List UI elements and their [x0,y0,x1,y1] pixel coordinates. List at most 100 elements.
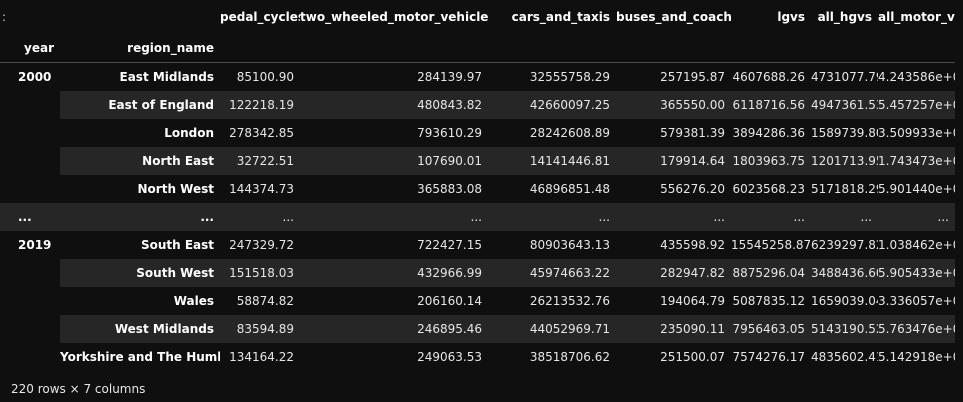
table-body: 2000 East Midlands 85100.90 284139.97 325557… [0,63,955,372]
value-cell: 80903643.13 [529,238,610,252]
value-cell: 1659039.04 [811,294,878,308]
blank-header [60,0,220,34]
value-cell: 1.743473e+07 [878,147,955,175]
table-row: 2000 East Midlands 85100.90 284139.97 325557… [0,63,955,92]
index-region-cell: London [164,126,214,140]
column-header: pedal_cycles [220,10,300,24]
index-year-cell [0,91,60,119]
value-cell: 107690.01 [300,147,488,175]
dataframe-table: pedal_cycles two_wheeled_motor_vehicles … [0,0,955,371]
value-cell: 1803963.75 [731,147,811,175]
index-year-cell [0,343,60,371]
value-cell: 251500.07 [660,350,725,364]
index-year-cell [0,119,60,147]
value-cell: 3.509933e+07 [878,126,955,140]
ellipsis-row: ........................... [0,203,955,231]
value-cell: 4947361.53 [811,91,878,119]
value-cell: 5.763476e+07 [878,315,955,343]
value-cell: 284139.97 [417,70,482,84]
value-cell: 32555758.29 [529,70,610,84]
value-cell: 45974663.22 [488,259,616,287]
index-region-cell: East of England [60,91,220,119]
value-cell: 122218.19 [220,91,300,119]
index-region-cell: West Midlands [60,315,220,343]
column-header-row: pedal_cycles two_wheeled_motor_vehicles … [0,0,955,34]
index-name-year: year [24,41,54,55]
value-cell: 1201713.95 [811,147,878,175]
value-cell: 556276.20 [660,182,725,196]
value-cell: ... [488,203,616,231]
value-cell: 7574276.17 [732,350,805,364]
value-cell: 282947.82 [616,259,731,287]
column-header: cars_and_taxis [511,10,610,24]
value-cell: 179914.64 [616,147,731,175]
value-cell: 365883.08 [417,182,482,196]
table-row: Yorkshire and The Humber 134164.22 249063.… [0,343,955,371]
row-count-footer: 220 rows × 7 columns [11,382,146,396]
value-cell: 4835602.41 [811,350,878,364]
value-cell: 5.457257e+07 [878,91,955,119]
table-row: London 278342.85 793610.29 28242608.89 57938… [0,119,955,147]
value-cell: 247329.72 [229,238,294,252]
index-region-cell: ... [60,203,220,231]
index-name-row: year region_name [0,34,955,63]
value-cell: 26213532.76 [529,294,610,308]
index-region-cell: North East [60,147,220,175]
value-cell: ... [616,203,731,231]
index-region-cell: South East [140,238,214,252]
index-year-cell: ... [0,203,60,231]
value-cell: 206160.14 [417,294,482,308]
table-row: 2019 South East 247329.72 722427.15 80903643… [0,231,955,259]
column-header: all_hgvs [817,10,872,24]
value-cell: 144374.73 [229,182,294,196]
table-row: North East 32722.51 107690.01 14141446.81 17… [0,147,955,175]
index-region-cell: Yorkshire and The Humber [60,350,220,364]
index-year-cell [0,147,60,175]
value-cell: 278342.85 [229,126,294,140]
column-header: all_motor_vehicles [878,10,955,24]
value-cell: 235090.11 [616,315,731,343]
value-cell: 4731077.79 [811,70,878,84]
value-cell: 5.142918e+07 [878,350,955,364]
table-row: East of England 122218.19 480843.82 4266009… [0,91,955,119]
value-cell: 15545258.87 [731,238,811,252]
value-cell: 83594.89 [220,315,300,343]
value-cell: 8875296.04 [731,259,811,287]
value-cell: ... [300,203,488,231]
value-cell: 42660097.25 [488,91,616,119]
value-cell: 722427.15 [417,238,482,252]
blank-header [0,0,60,34]
value-cell: 7956463.05 [731,315,811,343]
index-name-region: region_name [127,41,214,55]
value-cell: 3894286.36 [732,126,805,140]
value-cell: 38518706.62 [529,350,610,364]
value-cell: 44052969.71 [488,315,616,343]
index-year-cell [0,287,60,315]
table-row: Wales 58874.82 206160.14 26213532.76 194064.… [0,287,955,315]
index-year-cell: 2019 [18,238,52,252]
value-cell: 3488436.60 [811,259,878,287]
value-cell: 5171818.29 [811,182,878,196]
value-cell: 579381.39 [660,126,725,140]
value-cell: 6118716.56 [731,91,811,119]
value-cell: 365550.00 [616,91,731,119]
value-cell: 14141446.81 [488,147,616,175]
index-year-cell: 2000 [18,70,52,84]
value-cell: 6239297.82 [811,238,878,252]
value-cell: 194064.79 [660,294,725,308]
index-year-cell [0,259,60,287]
value-cell: 1589739.80 [811,126,878,140]
value-cell: 793610.29 [417,126,482,140]
value-cell: 3.336057e+07 [878,294,955,308]
value-cell: 246895.46 [300,315,488,343]
column-header: buses_and_coaches [616,10,731,24]
value-cell: 480843.82 [300,91,488,119]
index-region-cell: East Midlands [119,70,214,84]
table-row: South West 151518.03 432966.99 45974663.22 2… [0,259,955,287]
value-cell: 28242608.89 [529,126,610,140]
value-cell: 5.905433e+07 [878,259,955,287]
value-cell: 5087835.12 [732,294,805,308]
value-cell: ... [878,203,955,231]
index-region-cell: Wales [173,294,214,308]
value-cell: ... [731,203,811,231]
